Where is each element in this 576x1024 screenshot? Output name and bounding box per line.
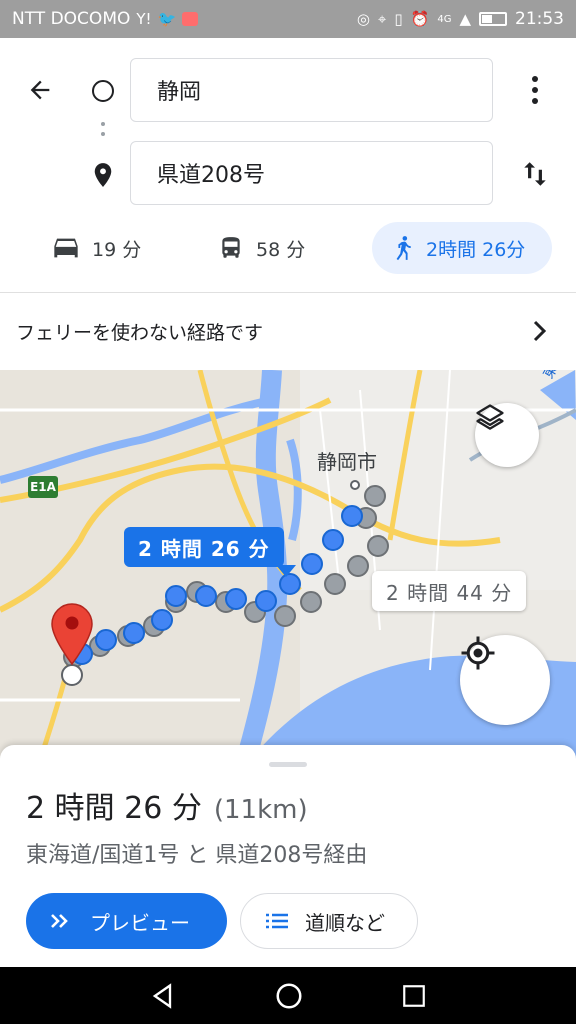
back-arrow-icon — [30, 80, 50, 100]
alarm-icon: ⏰ — [410, 10, 430, 28]
swap-icon — [524, 162, 546, 186]
status-bar: NTT DOCOMO Y! 🐦 ◎ ⌖ ▯ ⏰ 4G ▲ 21:53 — [0, 0, 576, 38]
twitter-icon: 🐦 — [157, 10, 177, 28]
destination-pin-icon — [92, 162, 114, 192]
road-shield-e1a: E1A — [28, 476, 58, 498]
carrier-label: NTT DOCOMO — [12, 9, 131, 29]
drag-handle[interactable] — [269, 762, 307, 767]
nav-back-icon[interactable] — [149, 982, 177, 1010]
location-icon: ⌖ — [377, 10, 387, 28]
ferry-notice[interactable]: フェリーを使わない経路です — [0, 292, 576, 370]
status-right: ◎ ⌖ ▯ ⏰ 4G ▲ 21:53 — [357, 9, 564, 29]
map-view[interactable]: E1A 静岡市 東海 2 時間 26 分 2 時間 44 分 — [0, 370, 576, 760]
directions-header: 静岡 県道208号 19 分 58 分 2時間 26分 — [0, 38, 576, 292]
my-location-button[interactable] — [460, 635, 550, 725]
ferry-notice-text: フェリーを使わない経路です — [16, 322, 264, 344]
my-location-icon — [461, 636, 495, 670]
network-type-label: 4G — [437, 13, 452, 25]
clock: 21:53 — [515, 9, 564, 29]
status-left: NTT DOCOMO Y! 🐦 — [12, 9, 199, 29]
system-nav-bar — [0, 967, 576, 1024]
alt-route-time-bubble[interactable]: 2 時間 44 分 — [372, 571, 527, 611]
mode-walk[interactable]: 2時間 26分 — [372, 222, 552, 274]
layers-button[interactable] — [475, 403, 539, 467]
nav-home-icon[interactable] — [274, 981, 304, 1011]
route-via: 東海道/国道1号 と 県道208号経由 — [26, 843, 368, 868]
city-label: 静岡市 — [317, 450, 377, 474]
nav-recents-icon[interactable] — [401, 983, 427, 1009]
chevron-right-icon — [533, 320, 547, 342]
mail-icon — [182, 12, 199, 26]
preview-label: プレビュー — [90, 910, 190, 935]
bus-icon — [222, 237, 240, 258]
steps-button[interactable]: 道順など — [240, 893, 418, 949]
car-icon — [54, 238, 78, 258]
walk-icon — [396, 236, 411, 261]
vibrate-icon: ▯ — [394, 10, 403, 28]
route-time-bubble[interactable]: 2 時間 26 分 — [124, 527, 296, 577]
signal-icon: ▲ — [459, 10, 471, 28]
yahoo-icon: Y! — [136, 10, 152, 28]
origin-dot — [350, 480, 360, 490]
travel-modes: 19 分 58 分 2時間 26分 — [0, 222, 576, 274]
preview-button[interactable]: プレビュー — [26, 893, 227, 949]
transit-time: 58 分 — [256, 238, 306, 261]
double-chevron-icon — [51, 914, 68, 928]
more-icon — [532, 76, 538, 82]
mode-drive[interactable]: 19 分 — [52, 222, 141, 274]
origin-circle-icon — [92, 80, 114, 102]
steps-label: 道順など — [305, 910, 385, 935]
drive-time: 19 分 — [92, 238, 142, 261]
route-dots-icon — [101, 122, 105, 142]
route-duration: 2 時間 26 分 (11km) — [26, 783, 308, 827]
route-duration-text: 2 時間 26 分 — [26, 791, 202, 826]
more-options-button[interactable] — [520, 72, 550, 108]
origin-input[interactable]: 静岡 — [130, 58, 493, 122]
route-distance: (11km) — [213, 795, 308, 825]
route-summary-sheet[interactable]: 2 時間 26 分 (11km) 東海道/国道1号 と 県道208号経由 プレビ… — [0, 745, 576, 967]
swap-button[interactable] — [517, 154, 553, 194]
data-saver-icon: ◎ — [356, 10, 370, 28]
layers-icon — [476, 404, 504, 430]
walk-time: 2時間 26分 — [426, 238, 526, 261]
battery-icon — [479, 12, 507, 26]
list-icon — [266, 913, 288, 929]
mode-transit[interactable]: 58 分 — [218, 222, 305, 274]
back-button[interactable] — [22, 72, 58, 108]
destination-input[interactable]: 県道208号 — [130, 141, 493, 205]
